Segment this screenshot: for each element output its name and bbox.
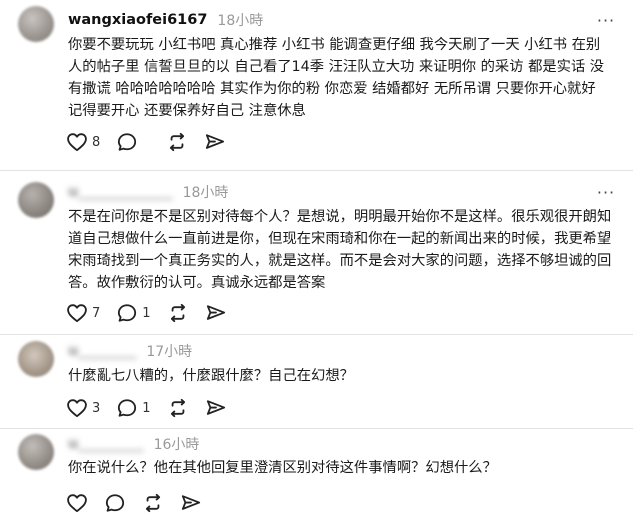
like-button[interactable]: 7: [66, 303, 100, 323]
username[interactable]: u________: [68, 343, 136, 359]
share-icon: [205, 398, 227, 418]
comment-text: 你在说什么？他在其他回复里澄清区别对待这件事情啊？幻想什么？: [68, 460, 497, 476]
like-button[interactable]: 3: [66, 398, 100, 418]
share-icon: [205, 303, 227, 323]
comment-icon: [116, 398, 138, 418]
comment-text: 什麼亂七八糟的，什麼跟什麼？自己在幻想？: [68, 368, 354, 384]
comment-header: u________ 17小時: [68, 341, 192, 361]
reply-button[interactable]: 1: [116, 398, 151, 418]
comment-text: 不是在问你是不是区别对待每个人？是想说，明明最开始你不是这样。很乐观很开朗知道自…: [68, 209, 612, 291]
action-bar: 3 1: [66, 397, 243, 419]
heart-icon: [66, 398, 88, 418]
more-icon[interactable]: ···: [595, 182, 617, 202]
avatar[interactable]: [18, 434, 54, 470]
repost-icon: [167, 303, 189, 323]
comment-icon: [104, 493, 126, 513]
share-icon: [204, 132, 226, 152]
more-icon[interactable]: ···: [595, 10, 617, 30]
like-count: 3: [92, 400, 101, 416]
comment-header: u_____________ 18小時: [68, 182, 228, 202]
like-button[interactable]: 8: [66, 132, 100, 152]
share-icon: [180, 493, 202, 513]
repost-icon: [167, 398, 189, 418]
action-bar: [66, 492, 218, 514]
comment-icon: [116, 303, 138, 323]
repost-button[interactable]: [166, 132, 188, 152]
timestamp: 18小時: [182, 185, 229, 201]
heart-icon: [66, 132, 88, 152]
reply-button[interactable]: [104, 493, 126, 513]
like-count: 7: [92, 305, 101, 321]
reply-button[interactable]: 1: [116, 303, 151, 323]
divider: [0, 334, 633, 335]
repost-icon: [166, 132, 188, 152]
repost-button[interactable]: [142, 493, 164, 513]
share-button[interactable]: [205, 398, 227, 418]
share-button[interactable]: [180, 493, 202, 513]
comment-text: 你要不要玩玩 小红书吧 真心推荐 小红书 能调查更仔细 我今天刷了一天 小红书 …: [68, 37, 605, 119]
reply-count: 1: [142, 305, 151, 321]
reply-button[interactable]: [116, 132, 150, 152]
action-bar: 8: [66, 131, 242, 153]
comment-icon: [116, 132, 138, 152]
avatar[interactable]: [18, 182, 54, 218]
timestamp: 18小時: [217, 13, 264, 29]
comment-header: u_________ 16小時: [68, 434, 199, 454]
timestamp: 16小時: [153, 437, 200, 453]
repost-button[interactable]: [167, 398, 189, 418]
username[interactable]: wangxiaofei6167: [68, 12, 207, 28]
comment-header: wangxiaofei6167 18小時: [68, 10, 263, 30]
username[interactable]: u_____________: [68, 184, 173, 200]
heart-icon: [66, 303, 88, 323]
share-button[interactable]: [205, 303, 227, 323]
repost-button[interactable]: [167, 303, 189, 323]
divider: [0, 170, 633, 171]
repost-icon: [142, 493, 164, 513]
reply-count: 1: [142, 400, 151, 416]
like-count: 8: [92, 134, 101, 150]
heart-icon: [66, 493, 88, 513]
share-button[interactable]: [204, 132, 226, 152]
divider: [0, 428, 633, 429]
timestamp: 17小時: [146, 344, 193, 360]
username[interactable]: u_________: [68, 436, 144, 452]
action-bar: 7 1: [66, 302, 243, 324]
avatar[interactable]: [18, 341, 54, 377]
like-button[interactable]: [66, 493, 88, 513]
avatar[interactable]: [18, 6, 54, 42]
